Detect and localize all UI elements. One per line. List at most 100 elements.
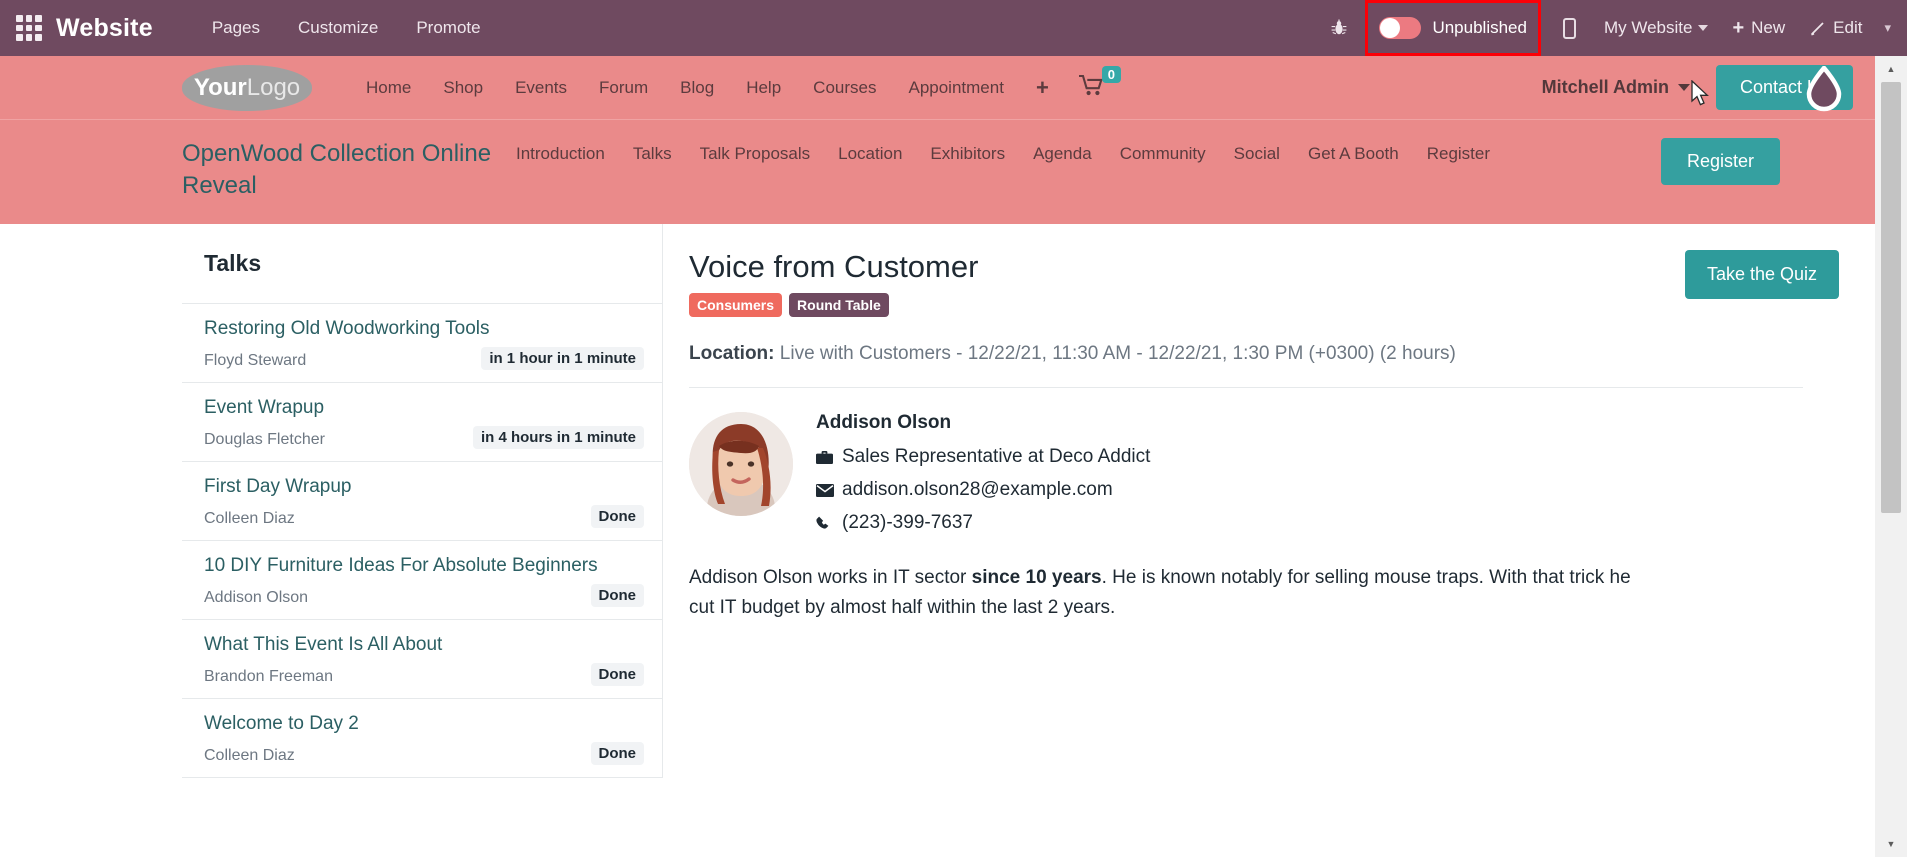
site-nav-forum[interactable]: Forum (583, 78, 664, 98)
talk-speaker: Brandon Freeman (204, 668, 333, 686)
event-nav-community[interactable]: Community (1106, 144, 1220, 164)
talk-detail: Voice from Customer Consumers Round Tabl… (663, 224, 1875, 778)
cart-button[interactable]: 0 (1065, 66, 1135, 101)
talk-speaker: Floyd Steward (204, 352, 307, 370)
chevron-down-icon[interactable] (1677, 84, 1690, 91)
bug-icon[interactable] (1319, 0, 1359, 56)
register-button[interactable]: Register (1660, 138, 1780, 185)
take-the-quiz-button[interactable]: Take the Quiz (1684, 250, 1839, 300)
systray: Unpublished My Website + New Edit ▾ (1319, 0, 1907, 56)
talk-status-badge: Done (590, 584, 644, 608)
apps-menu-icon[interactable] (16, 15, 42, 41)
event-nav-exhibitors[interactable]: Exhibitors (916, 144, 1019, 164)
event-nav-location[interactable]: Location (824, 144, 916, 164)
list-item[interactable]: Welcome to Day 2 Colleen Diaz Done (182, 699, 662, 779)
speaker-job-line: Sales Representative at Deco Addict (816, 446, 1150, 468)
speaker-name: Addison Olson (816, 412, 952, 434)
mobile-preview-icon[interactable] (1547, 0, 1592, 56)
description-part-1: Addison Olson works in IT sector (689, 567, 972, 589)
talk-name[interactable]: Welcome to Day 2 (204, 713, 644, 735)
systray-more-icon[interactable]: ▾ (1874, 20, 1907, 36)
app-title: Website (56, 13, 153, 42)
cart-icon (1078, 74, 1105, 101)
tag-list: Consumers Round Table (689, 293, 978, 318)
odoo-top-bar: Website Pages Customize Promote Unpublis… (0, 0, 1907, 56)
location-line: Location: Live with Customers - 12/22/21… (689, 343, 1803, 389)
avatar (689, 412, 793, 517)
list-item[interactable]: Event Wrapup Douglas Fletcher in 4 hours… (182, 383, 662, 463)
user-menu[interactable]: Mitchell Admin (1542, 77, 1669, 98)
event-nav-introduction[interactable]: Introduction (502, 144, 619, 164)
talk-name[interactable]: Restoring Old Woodworking Tools (204, 318, 644, 340)
scroll-up-icon[interactable]: ▲ (1875, 56, 1907, 82)
talk-speaker: Colleen Diaz (204, 510, 295, 528)
event-header: OpenWood Collection Online Reveal Introd… (0, 120, 1875, 225)
new-button[interactable]: + New (1720, 0, 1797, 56)
list-item[interactable]: First Day Wrapup Colleen Diaz Done (182, 462, 662, 542)
menu-promote[interactable]: Promote (397, 0, 499, 56)
event-nav-talk-proposals[interactable]: Talk Proposals (686, 144, 825, 164)
page-content: Talks Restoring Old Woodworking Tools Fl… (0, 224, 1875, 779)
event-nav-talks[interactable]: Talks (619, 144, 686, 164)
talk-speaker: Douglas Fletcher (204, 431, 325, 449)
cart-count-badge: 0 (1101, 66, 1122, 83)
plus-icon: + (1732, 17, 1745, 39)
page-title: Voice from Customer (689, 249, 979, 285)
site-nav-events[interactable]: Events (499, 78, 583, 98)
site-header: Your Logo Home Shop Events Forum Blog Hel… (0, 56, 1875, 120)
add-page-icon[interactable]: + (1020, 75, 1065, 101)
edit-label: Edit (1833, 18, 1863, 37)
speaker-card: Addison Olson Sales Representative at De… (689, 412, 1839, 545)
publish-switch[interactable] (1379, 17, 1422, 39)
talk-name[interactable]: Event Wrapup (204, 397, 644, 419)
menu-pages[interactable]: Pages (193, 0, 279, 56)
my-website-label: My Website (1603, 18, 1693, 37)
speaker-email[interactable]: addison.olson28@example.com (842, 479, 1113, 501)
tag-round-table: Round Table (789, 293, 889, 318)
talk-status-badge: in 1 hour in 1 minute (481, 347, 644, 371)
talk-name[interactable]: What This Event Is All About (204, 634, 644, 656)
theme-color-droplet-icon[interactable] (1801, 64, 1847, 112)
talk-name[interactable]: First Day Wrapup (204, 476, 644, 498)
envelope-icon (816, 483, 842, 497)
talks-sidebar: Talks Restoring Old Woodworking Tools Fl… (182, 224, 663, 779)
event-nav-get-a-booth[interactable]: Get A Booth (1294, 144, 1413, 164)
site-nav-home[interactable]: Home (350, 78, 427, 98)
site-nav-courses[interactable]: Courses (797, 78, 892, 98)
speaker-phone: (223)-399-7637 (842, 512, 973, 534)
list-item[interactable]: 10 DIY Furniture Ideas For Absolute Begi… (182, 541, 662, 621)
tag-consumers: Consumers (689, 293, 783, 318)
talk-speaker: Colleen Diaz (204, 747, 295, 765)
edit-button[interactable]: Edit (1797, 0, 1874, 56)
event-nav-agenda[interactable]: Agenda (1019, 144, 1106, 164)
event-nav: Introduction Talks Talk Proposals Locati… (502, 138, 1512, 164)
talk-status-badge: Done (590, 505, 644, 529)
page-scrollbar[interactable]: ▲ ▼ (1875, 56, 1907, 857)
scroll-down-icon[interactable]: ▼ (1875, 831, 1907, 857)
pencil-icon (1809, 20, 1826, 37)
my-website-menu[interactable]: My Website (1592, 0, 1721, 56)
talk-name[interactable]: 10 DIY Furniture Ideas For Absolute Begi… (204, 555, 644, 577)
new-label: New (1751, 18, 1786, 37)
site-nav: Home Shop Events Forum Blog Help Courses… (350, 66, 1135, 101)
scrollbar-thumb[interactable] (1881, 82, 1901, 513)
event-title[interactable]: OpenWood Collection Online Reveal (182, 138, 502, 202)
list-item[interactable]: Restoring Old Woodworking Tools Floyd St… (182, 304, 662, 384)
site-nav-help[interactable]: Help (730, 78, 797, 98)
site-nav-shop[interactable]: Shop (427, 78, 499, 98)
site-nav-appointment[interactable]: Appointment (892, 78, 1019, 98)
talks-heading: Talks (182, 224, 662, 305)
publish-toggle[interactable]: Unpublished (1365, 0, 1541, 56)
list-item[interactable]: What This Event Is All About Brandon Fre… (182, 620, 662, 700)
event-nav-social[interactable]: Social (1220, 144, 1294, 164)
talk-speaker: Addison Olson (204, 589, 309, 607)
phone-icon (816, 516, 842, 531)
site-logo[interactable]: Your Logo (182, 64, 312, 111)
chevron-down-icon (1698, 25, 1709, 31)
speaker-job: Sales Representative at Deco Addict (842, 446, 1151, 468)
talk-status-badge: Done (590, 663, 644, 687)
talk-description: Addison Olson works in IT sector since 1… (689, 563, 1654, 622)
site-nav-blog[interactable]: Blog (664, 78, 730, 98)
menu-customize[interactable]: Customize (279, 0, 397, 56)
event-nav-register[interactable]: Register (1413, 144, 1504, 164)
